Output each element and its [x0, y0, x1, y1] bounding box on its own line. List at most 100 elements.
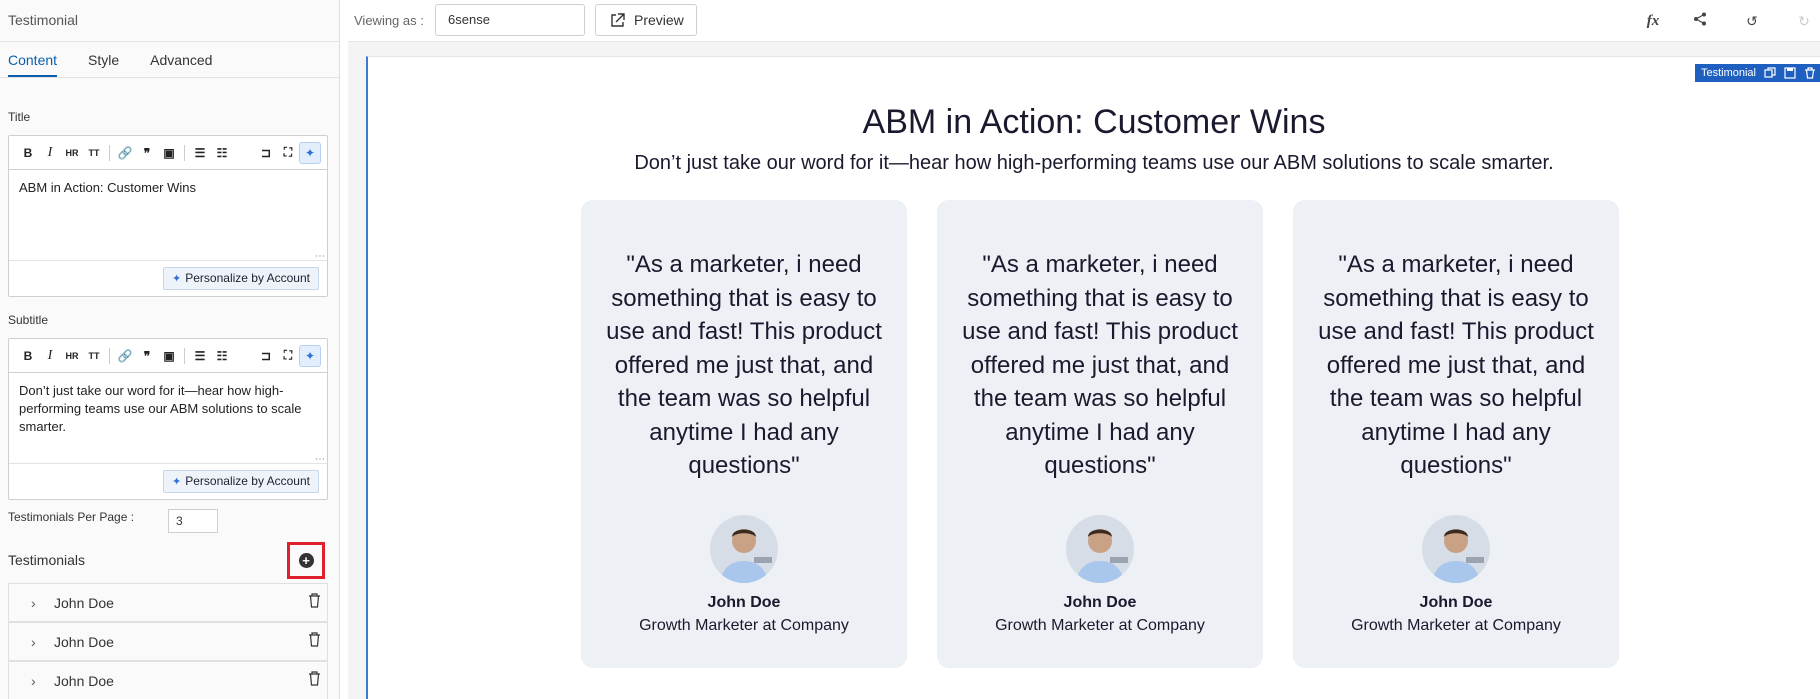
sparkle-icon: ✦ — [172, 273, 182, 285]
hr-button[interactable]: HR — [61, 351, 83, 361]
subtitle-editor-text[interactable]: Don’t just take our word for it—hear how… — [9, 373, 327, 445]
undo-icon[interactable]: ↺ — [1742, 11, 1762, 31]
widget-tag-label: Testimonial — [1700, 67, 1756, 79]
avatar — [710, 515, 778, 583]
bold-button[interactable]: B — [17, 146, 39, 160]
viewing-as-label: Viewing as : — [354, 13, 424, 28]
external-link-icon — [611, 13, 625, 27]
testimonial-card[interactable]: "As a marketer, i need something that is… — [1293, 200, 1619, 668]
chevron-right-icon[interactable]: › — [31, 634, 36, 650]
avatar-image — [720, 529, 772, 583]
testimonial-card[interactable]: "As a marketer, i need something that is… — [581, 200, 907, 668]
testimonial-item-name: John Doe — [54, 673, 114, 689]
trash-icon[interactable] — [308, 593, 321, 608]
share-glyph — [1694, 12, 1706, 26]
testimonial-card[interactable]: "As a marketer, i need something that is… — [937, 200, 1263, 668]
link-icon[interactable]: 🔗 — [114, 349, 136, 363]
avatar — [1066, 515, 1134, 583]
bullet-list-icon[interactable]: ☰ — [189, 349, 211, 363]
tab-style[interactable]: Style — [88, 42, 119, 77]
personalize-label: Personalize by Account — [185, 271, 310, 285]
hr-button[interactable]: HR — [61, 148, 83, 158]
personalize-subtitle-button[interactable]: ✦ Personalize by Account — [163, 470, 319, 493]
per-page-input[interactable]: 3 — [168, 509, 218, 533]
fullscreen-icon[interactable]: ⛶ — [277, 145, 299, 160]
link-icon[interactable]: 🔗 — [114, 146, 136, 160]
toolbar-divider — [109, 144, 110, 161]
settings-panel: Testimonial Content Style Advanced Title… — [0, 0, 340, 699]
numbered-list-icon[interactable]: ☷ — [211, 146, 233, 160]
tab-content[interactable]: Content — [8, 42, 58, 77]
testimonial-quote: "As a marketer, i need something that is… — [606, 251, 882, 479]
title-editor-text[interactable]: ABM in Action: Customer Wins — [9, 170, 327, 206]
testimonial-list-item[interactable]: › John Doe — [8, 583, 328, 622]
widget-tag[interactable]: Testimonial — [1694, 64, 1820, 82]
sparkle-icon: ✦ — [172, 476, 182, 488]
strikethrough-button[interactable]: TT — [83, 148, 105, 158]
add-testimonial-button[interactable]: + — [287, 542, 325, 579]
subtitle-editor: B I HR TT 🔗 ❞ ▣ ☰ ☷ ⊐ ⛶ ✦ Don’t just tak… — [8, 338, 328, 500]
avatar-image — [1076, 529, 1128, 583]
plus-icon: + — [298, 553, 314, 568]
section-subtitle: Don’t just take our word for it—hear how… — [634, 152, 1554, 174]
fx-icon[interactable]: fx — [1643, 11, 1663, 31]
top-bar: Viewing as : 6sense Preview fx ↺ ↻ — [348, 0, 1820, 42]
avatar — [1422, 515, 1490, 583]
strikethrough-button[interactable]: TT — [83, 351, 105, 361]
quote-icon[interactable]: ❞ — [136, 146, 158, 160]
testimonial-quote: "As a marketer, i need something that is… — [1318, 251, 1594, 479]
ai-sparkle-icon[interactable]: ✦ — [299, 344, 321, 367]
resize-handle[interactable]: ⋯ — [315, 251, 325, 262]
bold-button[interactable]: B — [17, 349, 39, 363]
title-field-label: Title — [8, 110, 31, 124]
personalize-title-button[interactable]: ✦ Personalize by Account — [163, 267, 319, 290]
testimonial-item-name: John Doe — [54, 634, 114, 650]
trash-icon[interactable] — [308, 632, 321, 647]
trash-icon[interactable] — [308, 671, 321, 686]
testimonial-name: John Doe — [707, 594, 781, 611]
testimonial-role: Growth Marketer at Company — [1351, 617, 1561, 634]
testimonial-name: John Doe — [1419, 594, 1493, 611]
redo-icon[interactable]: ↻ — [1794, 11, 1814, 31]
numbered-list-icon[interactable]: ☷ — [211, 349, 233, 363]
personalize-label: Personalize by Account — [185, 474, 310, 488]
avatar-image — [1432, 529, 1484, 583]
panel-title: Testimonial — [0, 0, 339, 42]
preview-button[interactable]: Preview — [595, 4, 697, 36]
testimonial-name: John Doe — [1063, 594, 1137, 611]
italic-button[interactable]: I — [39, 145, 61, 161]
testimonials-label: Testimonials — [8, 552, 86, 568]
ai-sparkle-icon[interactable]: ✦ — [299, 141, 321, 164]
testimonial-role: Growth Marketer at Company — [995, 617, 1205, 634]
source-code-icon[interactable]: ⊐ — [255, 146, 277, 160]
app: Testimonial Content Style Advanced Title… — [0, 0, 1820, 699]
subtitle-editor-toolbar: B I HR TT 🔗 ❞ ▣ ☰ ☷ ⊐ ⛶ ✦ — [9, 339, 327, 373]
testimonial-quote: "As a marketer, i need something that is… — [962, 251, 1238, 479]
chevron-right-icon[interactable]: › — [31, 595, 36, 611]
testimonial-item-name: John Doe — [54, 595, 114, 611]
image-icon[interactable]: ▣ — [158, 349, 180, 363]
chevron-right-icon[interactable]: › — [31, 673, 36, 689]
tab-advanced[interactable]: Advanced — [150, 42, 212, 77]
per-page-label: Testimonials Per Page : — [8, 510, 135, 524]
testimonial-list-item[interactable]: › John Doe — [8, 661, 328, 699]
toolbar-divider — [184, 144, 185, 161]
panel-tabs: Content Style Advanced — [0, 42, 339, 78]
image-icon[interactable]: ▣ — [158, 146, 180, 160]
page-canvas: Testimonial ABM in Action: Customer Wins… — [366, 56, 1820, 699]
trash-icon[interactable] — [1804, 67, 1816, 79]
viewing-as-input[interactable]: 6sense — [435, 4, 585, 36]
testimonial-list-item[interactable]: › John Doe — [8, 622, 328, 661]
duplicate-icon[interactable] — [1764, 67, 1776, 79]
italic-button[interactable]: I — [39, 348, 61, 364]
section-title: ABM in Action: Customer Wins — [862, 103, 1326, 141]
title-editor-toolbar: B I HR TT 🔗 ❞ ▣ ☰ ☷ ⊐ ⛶ ✦ — [9, 136, 327, 170]
resize-handle[interactable]: ⋯ — [315, 454, 325, 465]
title-editor: B I HR TT 🔗 ❞ ▣ ☰ ☷ ⊐ ⛶ ✦ ABM in Action:… — [8, 135, 328, 297]
quote-icon[interactable]: ❞ — [136, 349, 158, 363]
share-icon[interactable] — [1690, 11, 1710, 31]
save-icon[interactable] — [1784, 67, 1796, 79]
fullscreen-icon[interactable]: ⛶ — [277, 348, 299, 363]
bullet-list-icon[interactable]: ☰ — [189, 146, 211, 160]
source-code-icon[interactable]: ⊐ — [255, 349, 277, 363]
